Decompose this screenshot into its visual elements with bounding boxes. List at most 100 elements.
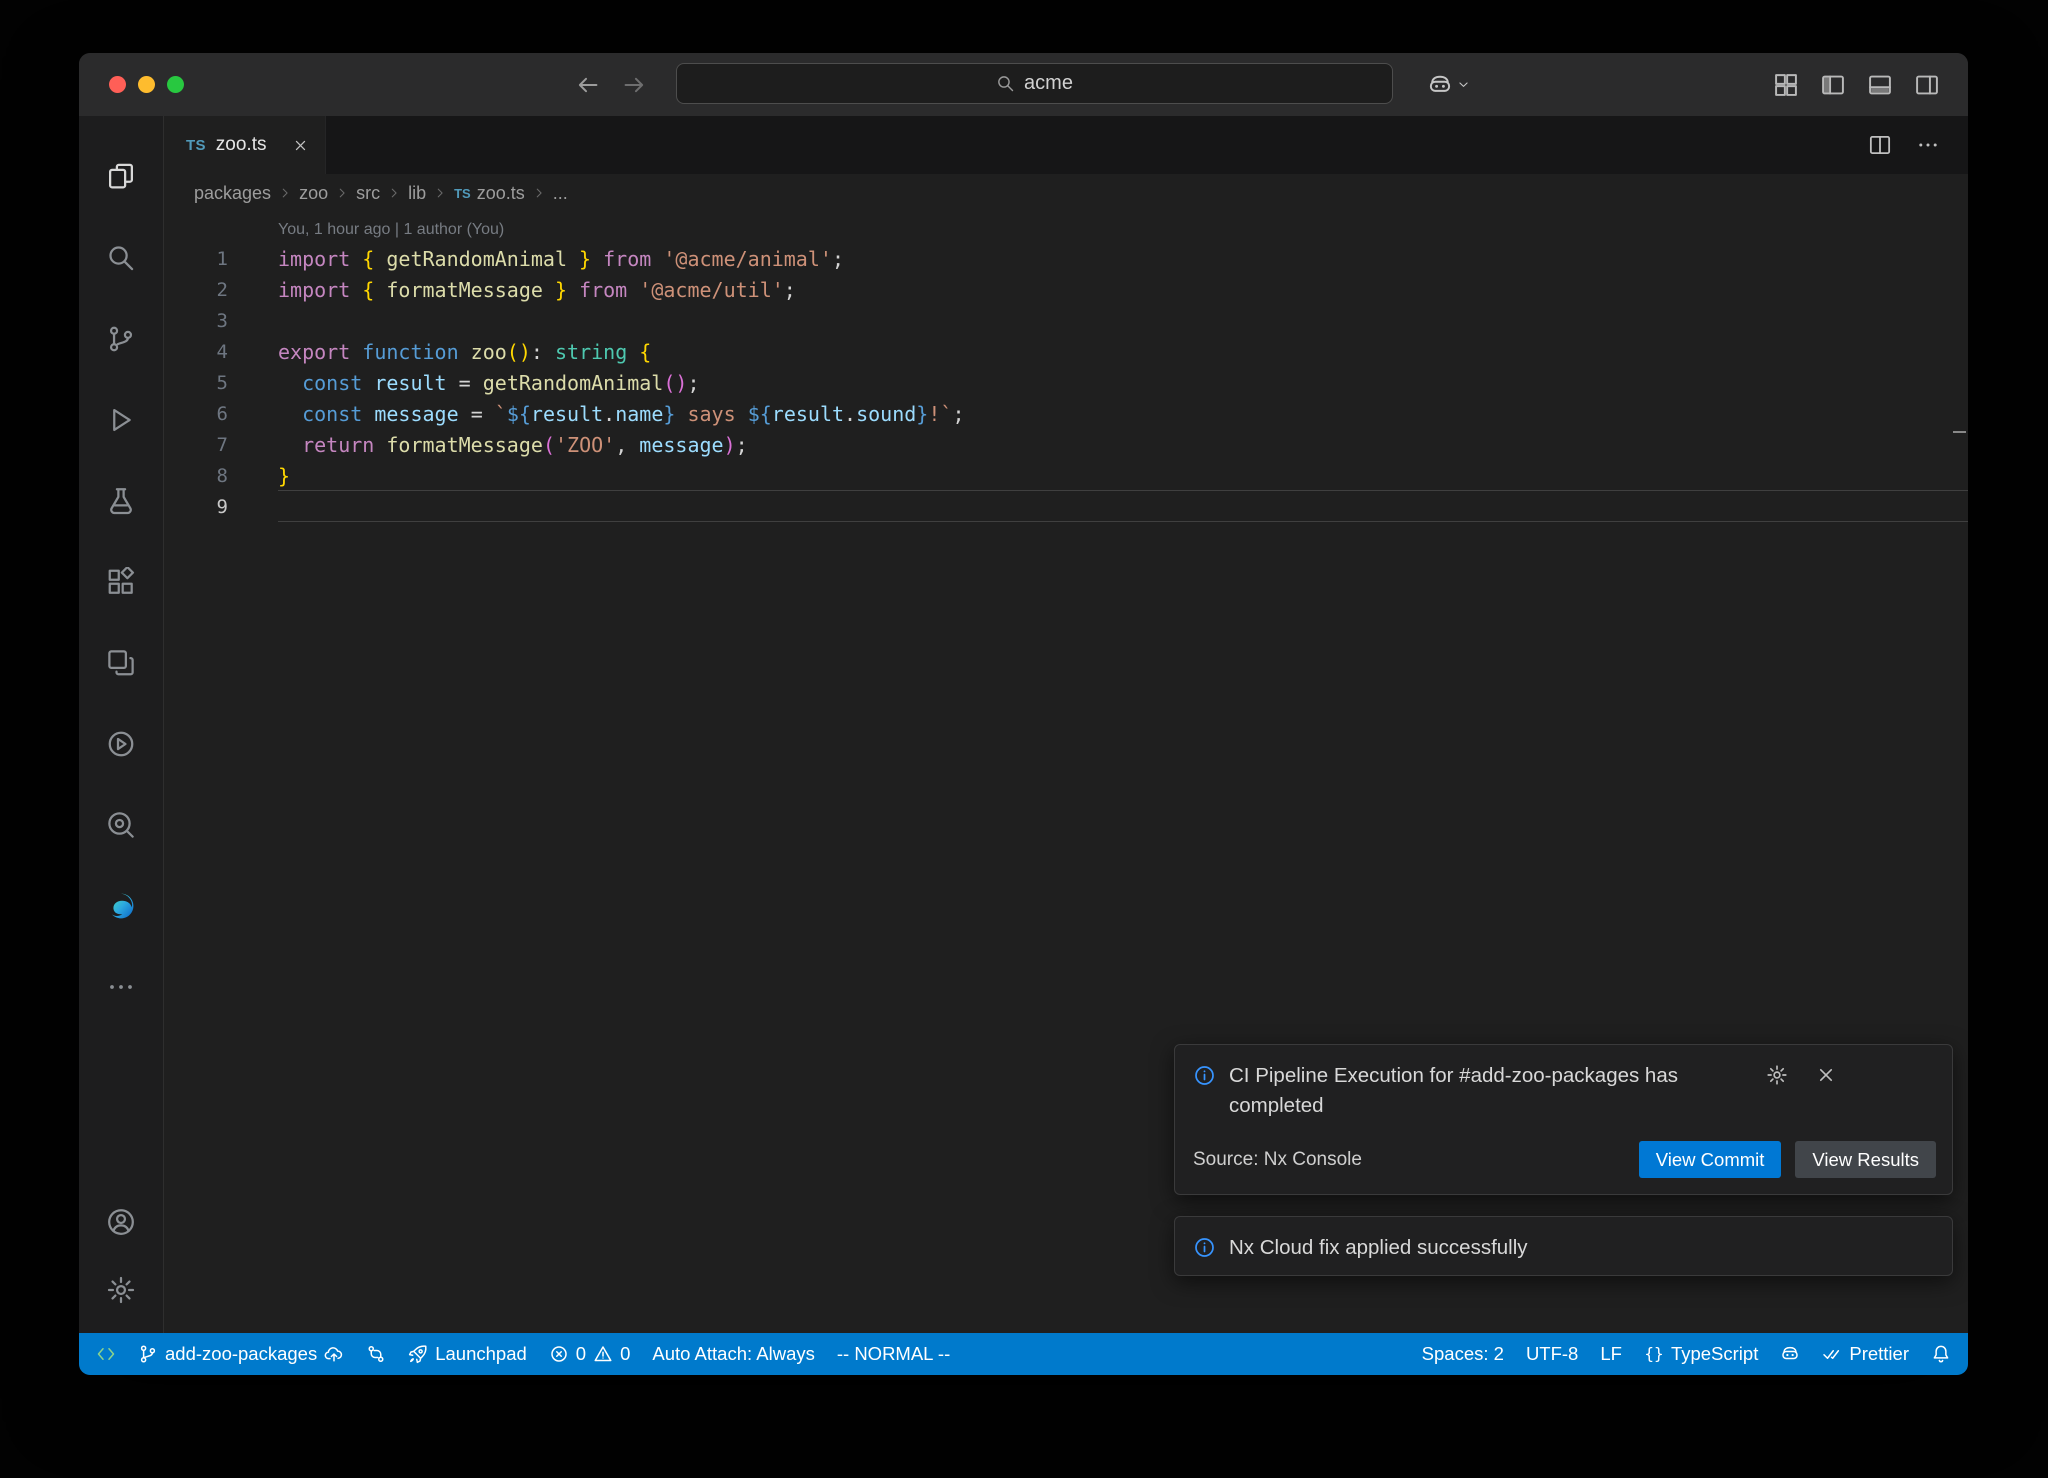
extensions-icon xyxy=(106,567,136,597)
close-icon[interactable] xyxy=(292,137,309,154)
activitybar-settings-gear-icon[interactable] xyxy=(79,1261,164,1319)
breadcrumb-label: zoo xyxy=(299,183,328,204)
toggle-secondary-sidebar-icon[interactable] xyxy=(1914,72,1940,98)
notification-close-icon[interactable] xyxy=(1815,1064,1837,1086)
formatter-status[interactable]: Prettier xyxy=(1811,1333,1920,1375)
tab-title: zoo.ts xyxy=(216,134,267,156)
view-results-button[interactable]: View Results xyxy=(1795,1141,1936,1178)
more-actions-icon[interactable] xyxy=(1916,133,1940,157)
status-bar-left: add-zoo-packagesLaunchpad00Auto Attach: … xyxy=(85,1333,961,1375)
vim-mode-status[interactable]: -- NORMAL -- xyxy=(826,1333,961,1375)
activitybar-account-icon[interactable] xyxy=(79,1193,164,1251)
toggle-panel-icon[interactable] xyxy=(1867,72,1893,98)
activitybar-source-control-icon[interactable] xyxy=(79,298,164,379)
code-line-8: 8} xyxy=(164,460,1968,491)
typescript-file-icon: TS xyxy=(186,137,206,154)
status-text: Spaces: 2 xyxy=(1422,1343,1504,1365)
status-text: 0 xyxy=(620,1343,630,1365)
breadcrumb-label: lib xyxy=(408,183,426,204)
view-commit-button[interactable]: View Commit xyxy=(1639,1141,1782,1178)
search-icon xyxy=(106,243,136,273)
encoding-status[interactable]: UTF-8 xyxy=(1515,1333,1589,1375)
copilot-status[interactable] xyxy=(1769,1333,1811,1375)
breadcrumb-item[interactable]: ... xyxy=(553,183,568,204)
toggle-sidebar-icon[interactable] xyxy=(1820,72,1846,98)
activitybar-more-icon[interactable] xyxy=(79,946,164,1027)
branch-status[interactable]: add-zoo-packages xyxy=(127,1333,355,1375)
notification-toast: Nx Cloud fix applied successfully xyxy=(1174,1216,1953,1276)
tab-bar: TS zoo.ts xyxy=(164,116,1968,174)
activitybar-windows-icon[interactable] xyxy=(79,622,164,703)
activitybar-testing-icon[interactable] xyxy=(79,460,164,541)
notifications-bell[interactable] xyxy=(1920,1333,1962,1375)
command-center-text: acme xyxy=(1024,72,1073,95)
eol-status[interactable]: LF xyxy=(1589,1333,1633,1375)
breadcrumb-label: ... xyxy=(553,183,568,204)
remote-indicator[interactable] xyxy=(85,1333,127,1375)
code-line-1: 1import { getRandomAnimal } from '@acme/… xyxy=(164,243,1968,274)
tab-zoo-ts[interactable]: TS zoo.ts xyxy=(164,116,326,174)
zoom-button[interactable] xyxy=(167,76,184,93)
activitybar-extensions-icon[interactable] xyxy=(79,541,164,622)
code-line-2: 2import { formatMessage } from '@acme/ut… xyxy=(164,274,1968,305)
breadcrumb-item[interactable]: TS zoo.ts xyxy=(454,183,525,204)
notification-message: Nx Cloud fix applied successfully xyxy=(1229,1233,1739,1263)
activitybar-search-icon[interactable] xyxy=(79,217,164,298)
editor-actions xyxy=(1868,116,1968,174)
notification-toast: CI Pipeline Execution for #add-zoo-packa… xyxy=(1174,1044,1953,1195)
breadcrumb-item[interactable]: packages xyxy=(194,183,271,204)
code-line-4: 4export function zoo(): string { xyxy=(164,336,1968,367)
close-button[interactable] xyxy=(109,76,126,93)
line-number: 4 xyxy=(164,341,228,363)
typescript-file-icon: TS xyxy=(454,186,471,201)
activitybar-run-debug-icon[interactable] xyxy=(79,379,164,460)
breadcrumb-label: packages xyxy=(194,183,271,204)
auto-attach-status[interactable]: Auto Attach: Always xyxy=(641,1333,825,1375)
line-number: 9 xyxy=(164,496,228,518)
activitybar-commit-search-icon[interactable] xyxy=(79,784,164,865)
account-icon xyxy=(106,1207,136,1237)
launchpad-status[interactable]: Launchpad xyxy=(397,1333,538,1375)
code-text: } xyxy=(228,464,290,488)
git-branch-icon xyxy=(138,1344,158,1364)
search-icon xyxy=(996,74,1015,93)
breadcrumb-item[interactable]: zoo xyxy=(299,183,328,204)
git-compare-icon xyxy=(366,1344,386,1364)
titlebar: acme xyxy=(79,53,1968,116)
status-text: Auto Attach: Always xyxy=(652,1343,814,1365)
breadcrumb-label: src xyxy=(356,183,380,204)
notification-message: CI Pipeline Execution for #add-zoo-packa… xyxy=(1229,1061,1739,1121)
forward-arrow-icon[interactable] xyxy=(621,72,647,98)
indent-status[interactable]: Spaces: 2 xyxy=(1411,1333,1515,1375)
status-text: 0 xyxy=(576,1343,586,1365)
command-center-search[interactable]: acme xyxy=(676,63,1393,104)
copilot-menu-button[interactable] xyxy=(1427,53,1471,116)
breadcrumb-item[interactable]: src xyxy=(356,183,380,204)
gitlens-icon xyxy=(106,729,136,759)
chevron-right-icon xyxy=(433,186,447,200)
problems-status[interactable]: 00 xyxy=(538,1333,642,1375)
code-text: import { formatMessage } from '@acme/uti… xyxy=(228,278,796,302)
language-status[interactable]: {}TypeScript xyxy=(1633,1333,1769,1375)
back-arrow-icon[interactable] xyxy=(575,72,601,98)
breadcrumb-item[interactable]: lib xyxy=(408,183,426,204)
breadcrumb-label: zoo.ts xyxy=(477,183,525,204)
activitybar-gitlens-icon[interactable] xyxy=(79,703,164,784)
double-check-icon xyxy=(1822,1344,1842,1364)
copilot-icon xyxy=(1427,72,1453,98)
minimize-button[interactable] xyxy=(138,76,155,93)
remote-icon xyxy=(96,1344,116,1364)
git-graph-status[interactable] xyxy=(355,1333,397,1375)
notification-source: Source: Nx Console xyxy=(1193,1149,1362,1171)
code-text: return formatMessage('ZOO', message); xyxy=(228,433,748,457)
line-number: 2 xyxy=(164,279,228,301)
notification-settings-gear-icon[interactable] xyxy=(1766,1064,1788,1086)
chevron-right-icon xyxy=(335,186,349,200)
activitybar-files-icon[interactable] xyxy=(79,136,164,217)
history-navigation xyxy=(575,53,647,116)
activity-bar-top xyxy=(79,136,164,1027)
status-text: add-zoo-packages xyxy=(165,1343,317,1365)
split-editor-icon[interactable] xyxy=(1868,133,1892,157)
activitybar-edge-tools-icon[interactable] xyxy=(79,865,164,946)
customize-layout-icon[interactable] xyxy=(1773,72,1799,98)
